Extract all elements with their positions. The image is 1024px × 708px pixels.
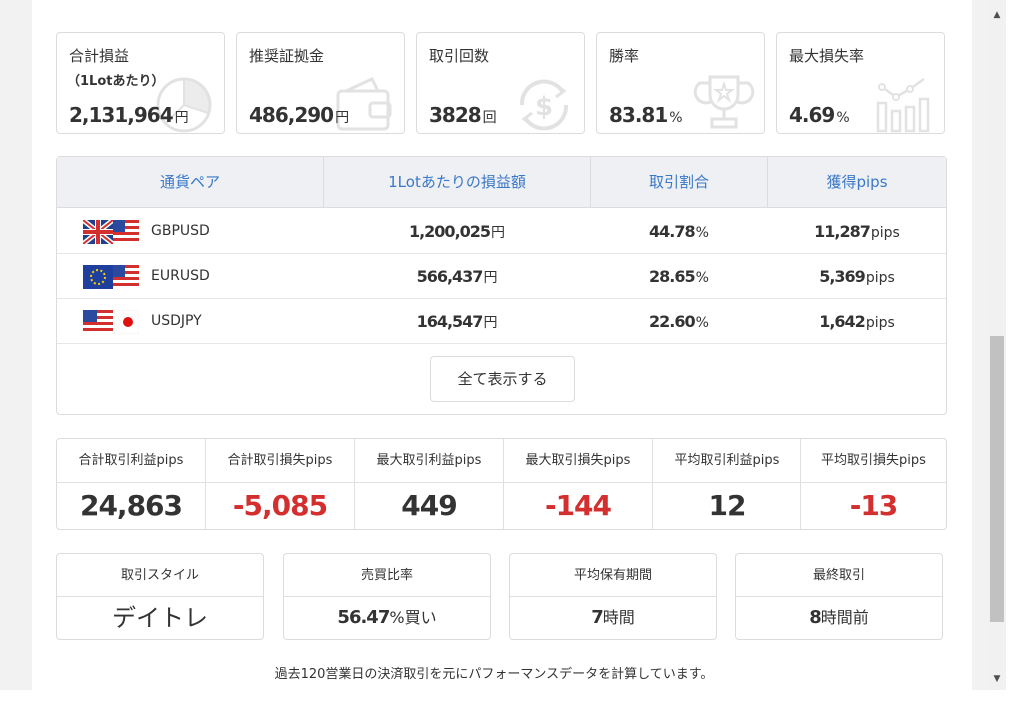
ratio-cell: 28.65% <box>649 267 709 286</box>
show-all-button[interactable]: 全て表示する <box>430 356 575 402</box>
currency-pair-table: 通貨ペア 1Lotあたりの損益額 取引割合 獲得pips GBPUSD 1,20… <box>56 156 947 415</box>
right-margin <box>972 0 988 690</box>
info-value: 7時間 <box>591 607 635 628</box>
stat-value: 486,290 円 <box>249 103 350 127</box>
scroll-down-icon[interactable]: ▼ <box>988 672 1006 686</box>
pips-label: 平均取引損失pips <box>801 439 946 483</box>
profit-cell: 566,437円 <box>416 267 498 286</box>
pips-stat-avg-profit: 平均取引利益pips 12 <box>653 439 801 529</box>
pair-name: EURUSD <box>151 268 210 284</box>
pips-label: 最大取引利益pips <box>355 439 503 483</box>
info-card-last-trade: 最終取引 8時間前 <box>735 553 943 640</box>
pips-stat-max-profit: 最大取引利益pips 449 <box>355 439 503 529</box>
pips-stat-total-profit: 合計取引利益pips 24,863 <box>57 439 205 529</box>
profit-cell: 1,200,025円 <box>408 222 506 241</box>
stat-card-total-profit: 合計損益 （1Lotあたり） 2,131,964 円 <box>56 32 225 134</box>
stat-label: 推奨証拠金 <box>249 47 325 65</box>
pips-stat-avg-loss: 平均取引損失pips -13 <box>801 439 946 529</box>
pips-stat-total-loss: 合計取引損失pips -5,085 <box>206 439 354 529</box>
eu-us-flag-icon <box>83 265 139 289</box>
stat-value: 83.81% <box>609 103 683 127</box>
pips-cell: 5,369pips <box>819 267 895 286</box>
info-value: 8時間前 <box>809 607 869 628</box>
stat-value: 4.69% <box>789 103 850 127</box>
stat-card-trade-count: 取引回数 $ 3828 回 <box>416 32 585 134</box>
svg-text:$: $ <box>535 92 553 122</box>
pips-value: -13 <box>849 489 899 522</box>
pips-stat-max-loss: 最大取引損失pips -144 <box>504 439 652 529</box>
pips-label: 合計取引損失pips <box>206 439 354 483</box>
pips-value: 24,863 <box>79 489 183 522</box>
table-row: GBPUSD 1,200,025円 44.78% 11,287pips <box>57 209 946 254</box>
info-label: 取引スタイル <box>57 554 263 597</box>
bar-chart-icon <box>876 77 930 133</box>
footnote: 過去120営業日の決済取引を元にパフォーマンスデータを計算しています。 <box>274 667 714 682</box>
header-profit: 1Lotあたりの損益額 <box>388 173 526 191</box>
pips-value: -144 <box>544 489 612 522</box>
info-value: 56.47%買い <box>337 607 437 628</box>
vertical-scrollbar[interactable]: ▲ ▼ <box>988 0 1006 690</box>
info-card-style: 取引スタイル デイトレ <box>56 553 264 640</box>
profit-cell: 164,547円 <box>416 312 498 331</box>
table-header: 通貨ペア 1Lotあたりの損益額 取引割合 獲得pips <box>57 157 946 208</box>
info-label: 最終取引 <box>736 554 942 597</box>
pair-name: USDJPY <box>151 313 202 329</box>
scroll-up-icon[interactable]: ▲ <box>988 8 1006 22</box>
left-margin <box>0 0 32 690</box>
info-card-ratio: 売買比率 56.47%買い <box>283 553 491 640</box>
stat-card-max-loss: 最大損失率 4.69% <box>776 32 945 134</box>
pair-name: GBPUSD <box>151 223 210 239</box>
gb-us-flag-icon <box>83 220 139 244</box>
pips-cell: 1,642pips <box>819 312 895 331</box>
header-pair: 通貨ペア <box>159 173 220 191</box>
header-pips: 獲得pips <box>826 173 888 191</box>
info-value: デイトレ <box>112 604 208 632</box>
stat-card-win-rate: 勝率 83.81% <box>596 32 765 134</box>
header-ratio: 取引割合 <box>648 173 709 191</box>
table-row: USDJPY 164,547円 22.60% 1,642pips <box>57 299 946 344</box>
stat-value: 2,131,964 円 <box>69 103 189 127</box>
stat-label: 合計損益 <box>69 47 130 65</box>
bottom-edge <box>0 690 988 708</box>
stat-label: 最大損失率 <box>789 47 865 65</box>
pips-label: 最大取引損失pips <box>504 439 652 483</box>
stat-value: 3828 回 <box>429 103 497 127</box>
table-row: EURUSD 566,437円 28.65% 5,369pips <box>57 254 946 299</box>
pips-cell: 11,287pips <box>814 222 900 241</box>
pips-value: -5,085 <box>232 489 328 522</box>
info-label: 売買比率 <box>284 554 490 597</box>
stat-card-margin: 推奨証拠金 486,290 円 <box>236 32 405 134</box>
stat-label: 勝率 <box>609 47 640 65</box>
scroll-thumb[interactable] <box>990 336 1004 622</box>
ratio-cell: 22.60% <box>649 312 709 331</box>
pips-label: 平均取引利益pips <box>653 439 801 483</box>
trophy-icon <box>693 75 755 129</box>
pips-label: 合計取引利益pips <box>57 439 205 483</box>
stat-label: 取引回数 <box>429 47 490 65</box>
info-card-holding: 平均保有期間 7時間 <box>509 553 717 640</box>
ratio-cell: 44.78% <box>649 222 709 241</box>
dollar-exchange-icon: $ <box>519 79 569 131</box>
pips-value: 12 <box>708 489 747 522</box>
info-label: 平均保有期間 <box>510 554 716 597</box>
pips-summary: 合計取引利益pips 24,863 合計取引損失pips -5,085 最大取引… <box>56 438 947 530</box>
pips-value: 449 <box>401 489 457 522</box>
stat-sub-label: （1Lotあたり） <box>67 74 165 89</box>
us-jp-flag-icon <box>83 310 139 334</box>
